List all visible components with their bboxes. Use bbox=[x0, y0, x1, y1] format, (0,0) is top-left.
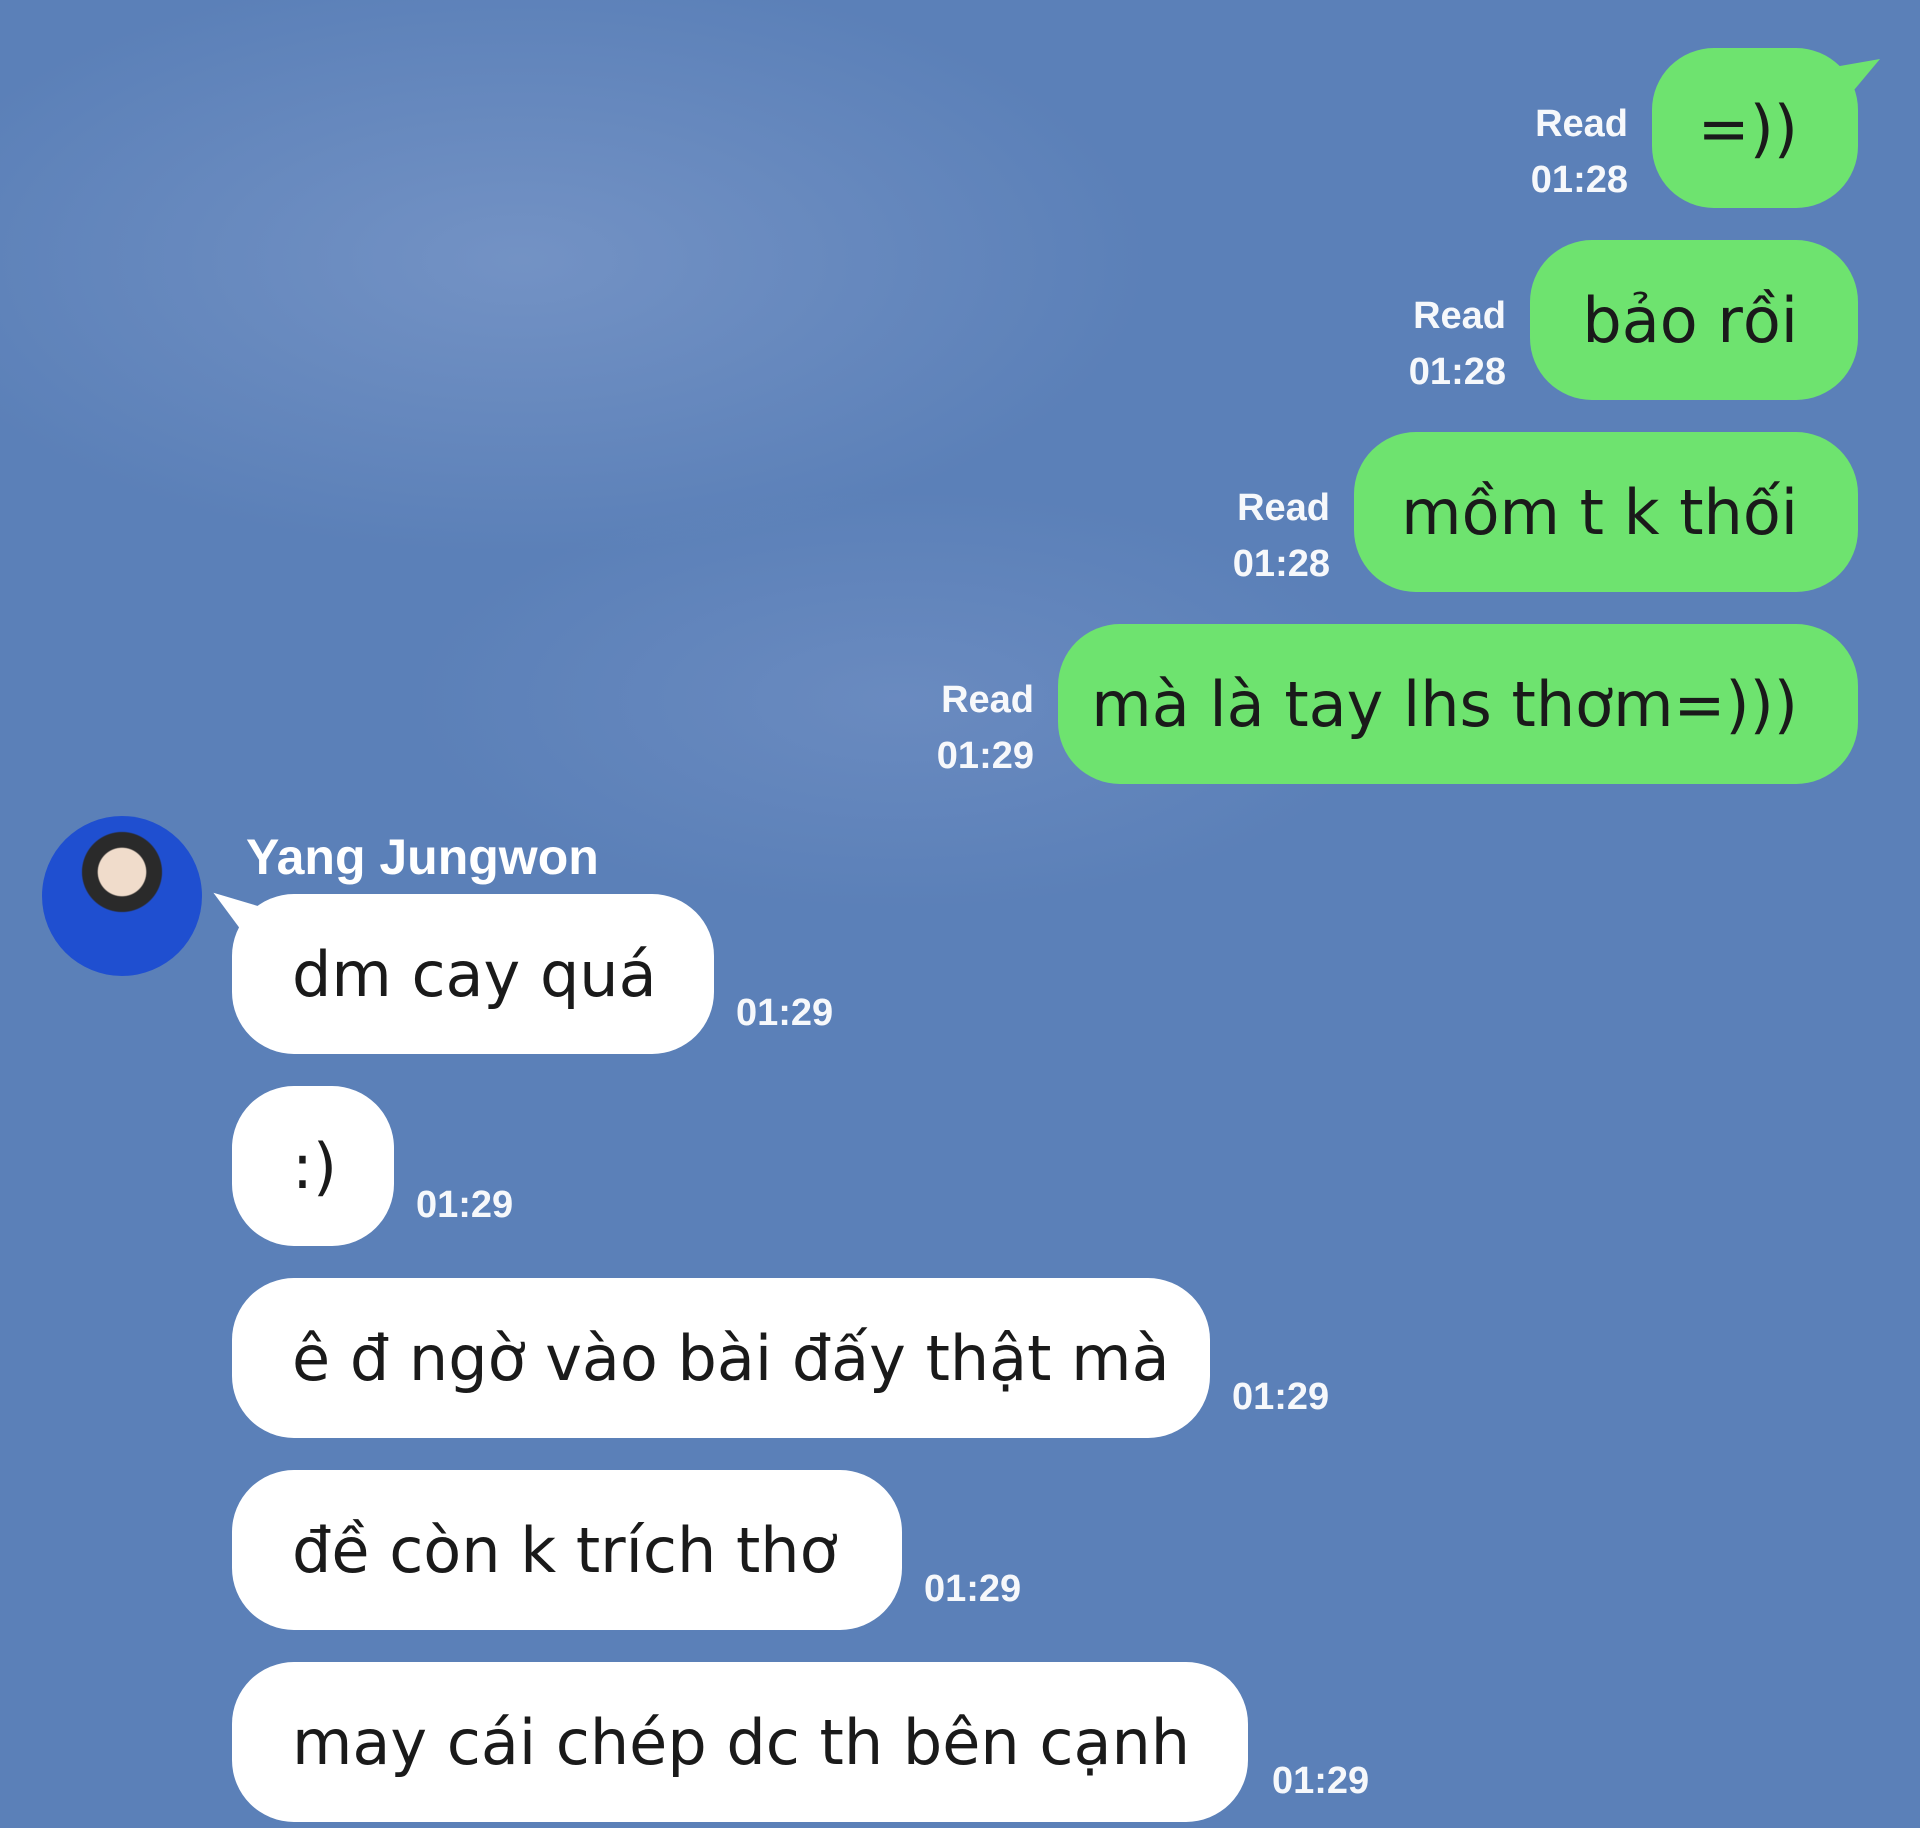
message-text: may cái chép dc th bên cạnh bbox=[292, 1705, 1191, 1779]
read-receipt: Read bbox=[1237, 487, 1330, 529]
incoming-message[interactable]: đề còn k trích thơ bbox=[232, 1470, 902, 1630]
message-meta: Read 01:29 bbox=[937, 672, 1034, 784]
message-time: 01:28 bbox=[1530, 159, 1628, 201]
message-meta: Read 01:28 bbox=[1409, 288, 1506, 400]
message-time: 01:29 bbox=[1232, 1376, 1330, 1418]
message-text: bảo rồi bbox=[1582, 283, 1798, 357]
message-text: đề còn k trích thơ bbox=[292, 1513, 838, 1587]
sender-avatar[interactable] bbox=[42, 816, 202, 976]
message-time: 01:28 bbox=[1408, 351, 1506, 393]
message-text: dm cay quá bbox=[292, 937, 657, 1011]
message-text: ê đ ngờ vào bài đấy thật mà bbox=[292, 1321, 1170, 1395]
message-meta: Read 01:28 bbox=[1233, 480, 1330, 592]
message-time: 01:29 bbox=[736, 992, 834, 1034]
read-receipt: Read bbox=[1535, 103, 1628, 145]
message-text: :) bbox=[292, 1129, 338, 1203]
sender-name[interactable]: Yang Jungwon bbox=[246, 828, 599, 886]
message-meta: Read 01:28 bbox=[1531, 96, 1628, 208]
incoming-message[interactable]: ê đ ngờ vào bài đấy thật mà bbox=[232, 1278, 1210, 1438]
outgoing-message[interactable]: bảo rồi bbox=[1530, 240, 1858, 400]
message-text: =)) bbox=[1697, 91, 1798, 165]
chat-window: Read 01:28 =)) Read 01:28 bảo rồi Read 0… bbox=[0, 0, 1920, 1828]
message-text: mà là tay lhs thơm=))) bbox=[1091, 667, 1798, 741]
read-receipt: Read bbox=[1413, 295, 1506, 337]
message-time: 01:29 bbox=[936, 735, 1034, 777]
outgoing-message[interactable]: =)) bbox=[1652, 48, 1858, 208]
incoming-message[interactable]: may cái chép dc th bên cạnh bbox=[232, 1662, 1248, 1822]
incoming-message[interactable]: :) bbox=[232, 1086, 394, 1246]
message-time: 01:29 bbox=[416, 1184, 514, 1226]
outgoing-message[interactable]: mồm t k thối bbox=[1354, 432, 1858, 592]
outgoing-message[interactable]: mà là tay lhs thơm=))) bbox=[1058, 624, 1858, 784]
message-time: 01:29 bbox=[924, 1568, 1022, 1610]
read-receipt: Read bbox=[941, 679, 1034, 721]
message-time: 01:29 bbox=[1272, 1760, 1370, 1802]
incoming-message[interactable]: dm cay quá bbox=[232, 894, 714, 1054]
message-time: 01:28 bbox=[1232, 543, 1330, 585]
message-text: mồm t k thối bbox=[1401, 475, 1798, 549]
